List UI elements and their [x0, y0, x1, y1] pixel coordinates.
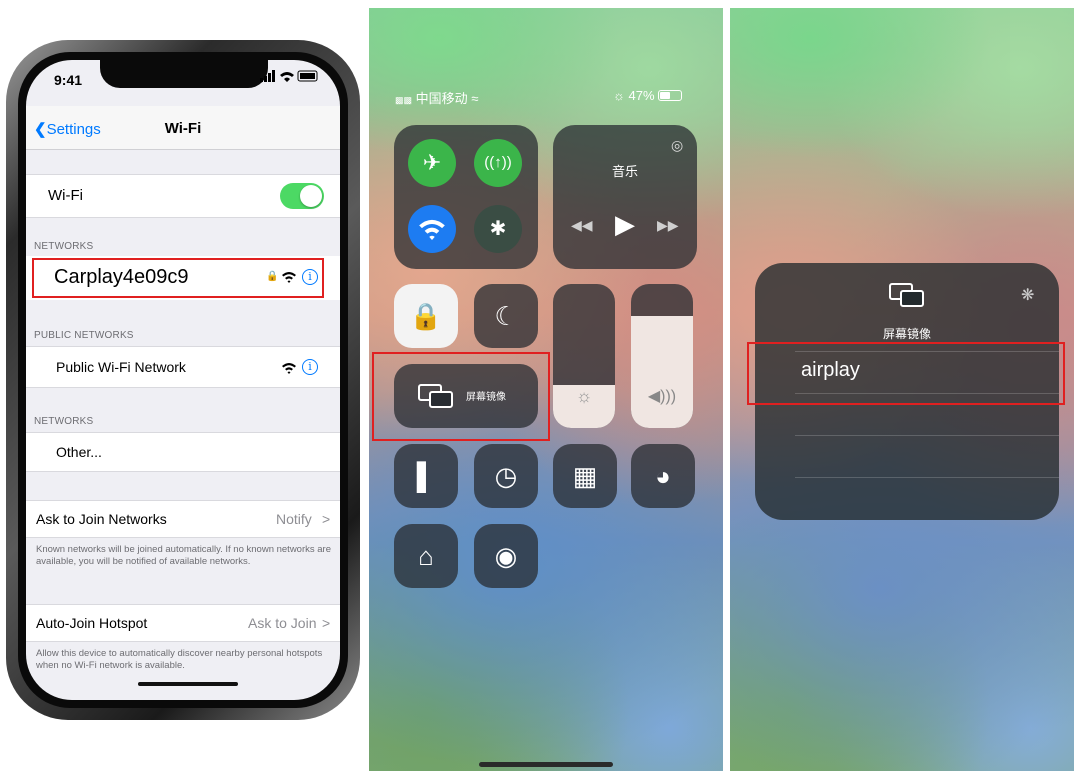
home-indicator [479, 762, 613, 767]
music-label: 音乐 [611, 164, 638, 179]
do-not-disturb-toggle[interactable]: ☾ [474, 284, 538, 348]
ask-to-join-row[interactable]: Ask to Join Networks Notify > [26, 500, 340, 538]
home-indicator [138, 682, 238, 686]
battery-icon [658, 90, 683, 101]
cellular-data-toggle[interactable]: ((↑)) [474, 139, 522, 187]
wifi-toggle-button[interactable] [408, 205, 456, 253]
auto-join-label: Auto-Join Hotspot [36, 615, 148, 631]
info-icon[interactable]: i [302, 359, 318, 375]
network-row-public[interactable]: Public Wi-Fi Network i [26, 346, 340, 388]
camera-icon: ◕ [655, 461, 671, 491]
auto-join-value: Ask to Join [248, 615, 317, 631]
ask-to-join-label: Ask to Join Networks [36, 511, 167, 527]
ask-to-join-note: Known networks will be joined automatica… [36, 544, 331, 567]
timer-button[interactable]: ◷ [474, 444, 538, 508]
carrier-name: 中国移动 [415, 91, 468, 106]
play-icon[interactable]: ▶ [615, 209, 635, 240]
record-icon: ◉ [494, 541, 518, 571]
volume-fill [631, 315, 693, 428]
networks-header: NETWORKS [34, 241, 94, 252]
sun-icon: ☼ [575, 386, 593, 406]
fast-forward-icon[interactable]: ▶▶ [657, 217, 679, 234]
cellular-signal-icon: ▩▩ [395, 95, 413, 105]
public-network-name: Public Wi-Fi Network [56, 359, 186, 375]
network-row-carplay[interactable]: Carplay4e09c9 🔒 i [26, 256, 340, 300]
home-button[interactable]: ⌂ [394, 524, 458, 588]
speaker-icon: ◀))) [647, 388, 677, 405]
bluetooth-toggle[interactable]: ✱ [474, 205, 522, 253]
wifi-toggle-row[interactable]: Wi-Fi [26, 174, 340, 218]
rotation-lock-toggle[interactable]: 🔒 [394, 284, 458, 348]
popup-title: 屏幕镜像 [882, 327, 931, 341]
screen-mirroring-icon [889, 283, 925, 312]
divider [795, 435, 1059, 436]
music-module[interactable]: ◎ 音乐 ◀◀ ▶ ▶▶ [553, 125, 697, 269]
signal-wifi-battery-icon [260, 70, 318, 82]
public-networks-header: PUBLIC NETWORKS [34, 330, 134, 341]
divider [795, 477, 1059, 478]
wifi-toggle[interactable] [280, 183, 324, 209]
loading-spinner-icon: ❋ [1021, 287, 1035, 304]
other-network-row[interactable]: Other... [26, 432, 340, 472]
chevron-right-icon: > [322, 615, 331, 631]
airplane-mode-toggle[interactable]: ✈ [408, 139, 456, 187]
airplane-icon: ✈ [422, 150, 442, 175]
iphone-bezel: 9:41 ❮Settings Wi-Fi Wi-Fi NETWORKS Carp… [18, 52, 348, 708]
highlight-box [747, 342, 1065, 405]
page-title: Wi-Fi [164, 120, 202, 137]
battery-percent: 47% [628, 88, 655, 103]
navigation-bar: ❮Settings Wi-Fi [26, 106, 340, 150]
flashlight-icon: ▌ [416, 461, 436, 491]
status-time: 9:41 [54, 72, 83, 88]
battery-status: ☼ 47% [613, 88, 683, 103]
airplay-audio-icon[interactable]: ◎ [671, 137, 683, 154]
timer-icon: ◷ [494, 461, 518, 491]
auto-join-row[interactable]: Auto-Join Hotspot Ask to Join > [26, 604, 340, 642]
antenna-icon: ((↑)) [484, 154, 512, 171]
status-icons [260, 70, 320, 85]
airplay-panel: ❋ 屏幕镜像 airplay [730, 8, 1074, 771]
notch [100, 60, 268, 88]
carrier-status: ▩▩ 中国移动 ≈ [395, 88, 478, 107]
volume-slider[interactable]: ◀))) [631, 284, 693, 428]
highlight-box [372, 352, 550, 441]
home-icon: ⌂ [418, 541, 434, 571]
wifi-status-icon: ≈ [471, 91, 479, 106]
iphone-frame: 9:41 ❮Settings Wi-Fi Wi-Fi NETWORKS Carp… [6, 40, 360, 720]
other-label: Other... [56, 444, 102, 460]
wifi-label: Wi-Fi [48, 187, 83, 204]
wifi-icon [282, 361, 296, 379]
chevron-right-icon: > [322, 511, 331, 527]
flashlight-button[interactable]: ▌ [394, 444, 458, 508]
ask-to-join-value: Notify [276, 511, 312, 527]
control-center-panel: ▩▩ 中国移动 ≈ ☼ 47% ✈ ((↑)) ✱ ◎ 音乐 ◀◀ ▶ ▶▶ 🔒… [369, 8, 723, 771]
calculator-button[interactable]: ▦ [553, 444, 617, 508]
brightness-slider[interactable]: ☼ [553, 284, 615, 428]
screen-record-button[interactable]: ◉ [474, 524, 538, 588]
auto-join-note: Allow this device to automatically disco… [36, 648, 323, 671]
lock-icon: 🔒 [266, 271, 279, 282]
bluetooth-off-icon: ✱ [489, 218, 507, 240]
rewind-icon[interactable]: ◀◀ [571, 217, 593, 234]
wifi-icon [419, 219, 445, 240]
rotation-lock-status-icon: ☼ [613, 88, 625, 103]
networks-header-2: NETWORKS [34, 416, 94, 427]
calculator-icon: ▦ [572, 461, 598, 491]
settings-screen: 9:41 ❮Settings Wi-Fi Wi-Fi NETWORKS Carp… [26, 60, 340, 700]
info-icon[interactable]: i [302, 269, 318, 285]
network-name: Carplay4e09c9 [54, 266, 189, 288]
moon-icon: ☾ [494, 301, 518, 331]
rotation-lock-icon: 🔒 [409, 301, 443, 331]
camera-button[interactable]: ◕ [631, 444, 695, 508]
connectivity-module: ✈ ((↑)) ✱ [394, 125, 538, 269]
wifi-icon [282, 270, 296, 288]
